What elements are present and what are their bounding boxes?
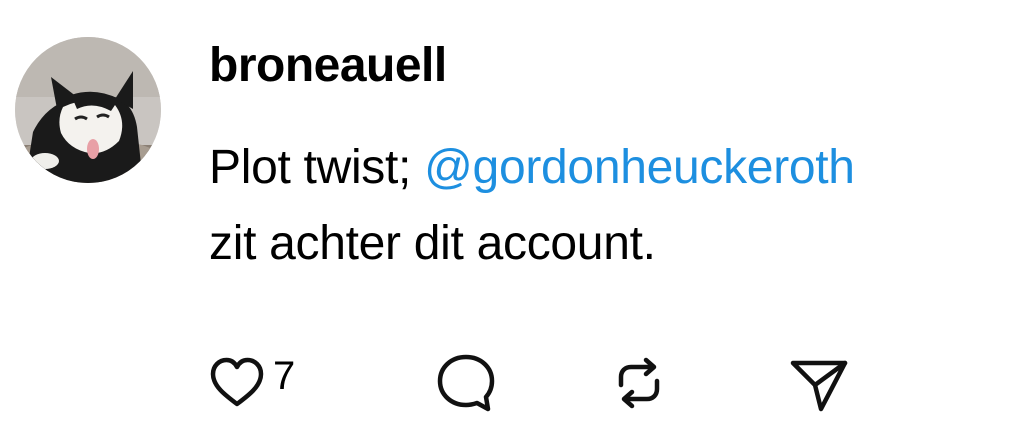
paper-plane-icon xyxy=(787,351,851,415)
avatar[interactable] xyxy=(15,37,161,183)
post-text-intro: Plot twist; xyxy=(209,141,425,194)
post-text-line2: zit achter dit account. xyxy=(209,217,656,270)
mention-link[interactable]: @gordonheuckeroth xyxy=(424,141,855,194)
comment-button[interactable] xyxy=(434,348,498,418)
share-button[interactable] xyxy=(787,348,851,418)
like-button[interactable]: 7 xyxy=(209,348,295,418)
heart-icon xyxy=(209,355,265,411)
post-text: Plot twist; @gordonheuckeroth zit achter … xyxy=(209,130,1009,282)
speech-bubble-icon xyxy=(434,351,498,415)
like-count: 7 xyxy=(273,354,296,398)
repost-button[interactable] xyxy=(607,348,671,418)
repost-icon xyxy=(607,351,671,415)
username[interactable]: broneauell xyxy=(209,36,447,96)
